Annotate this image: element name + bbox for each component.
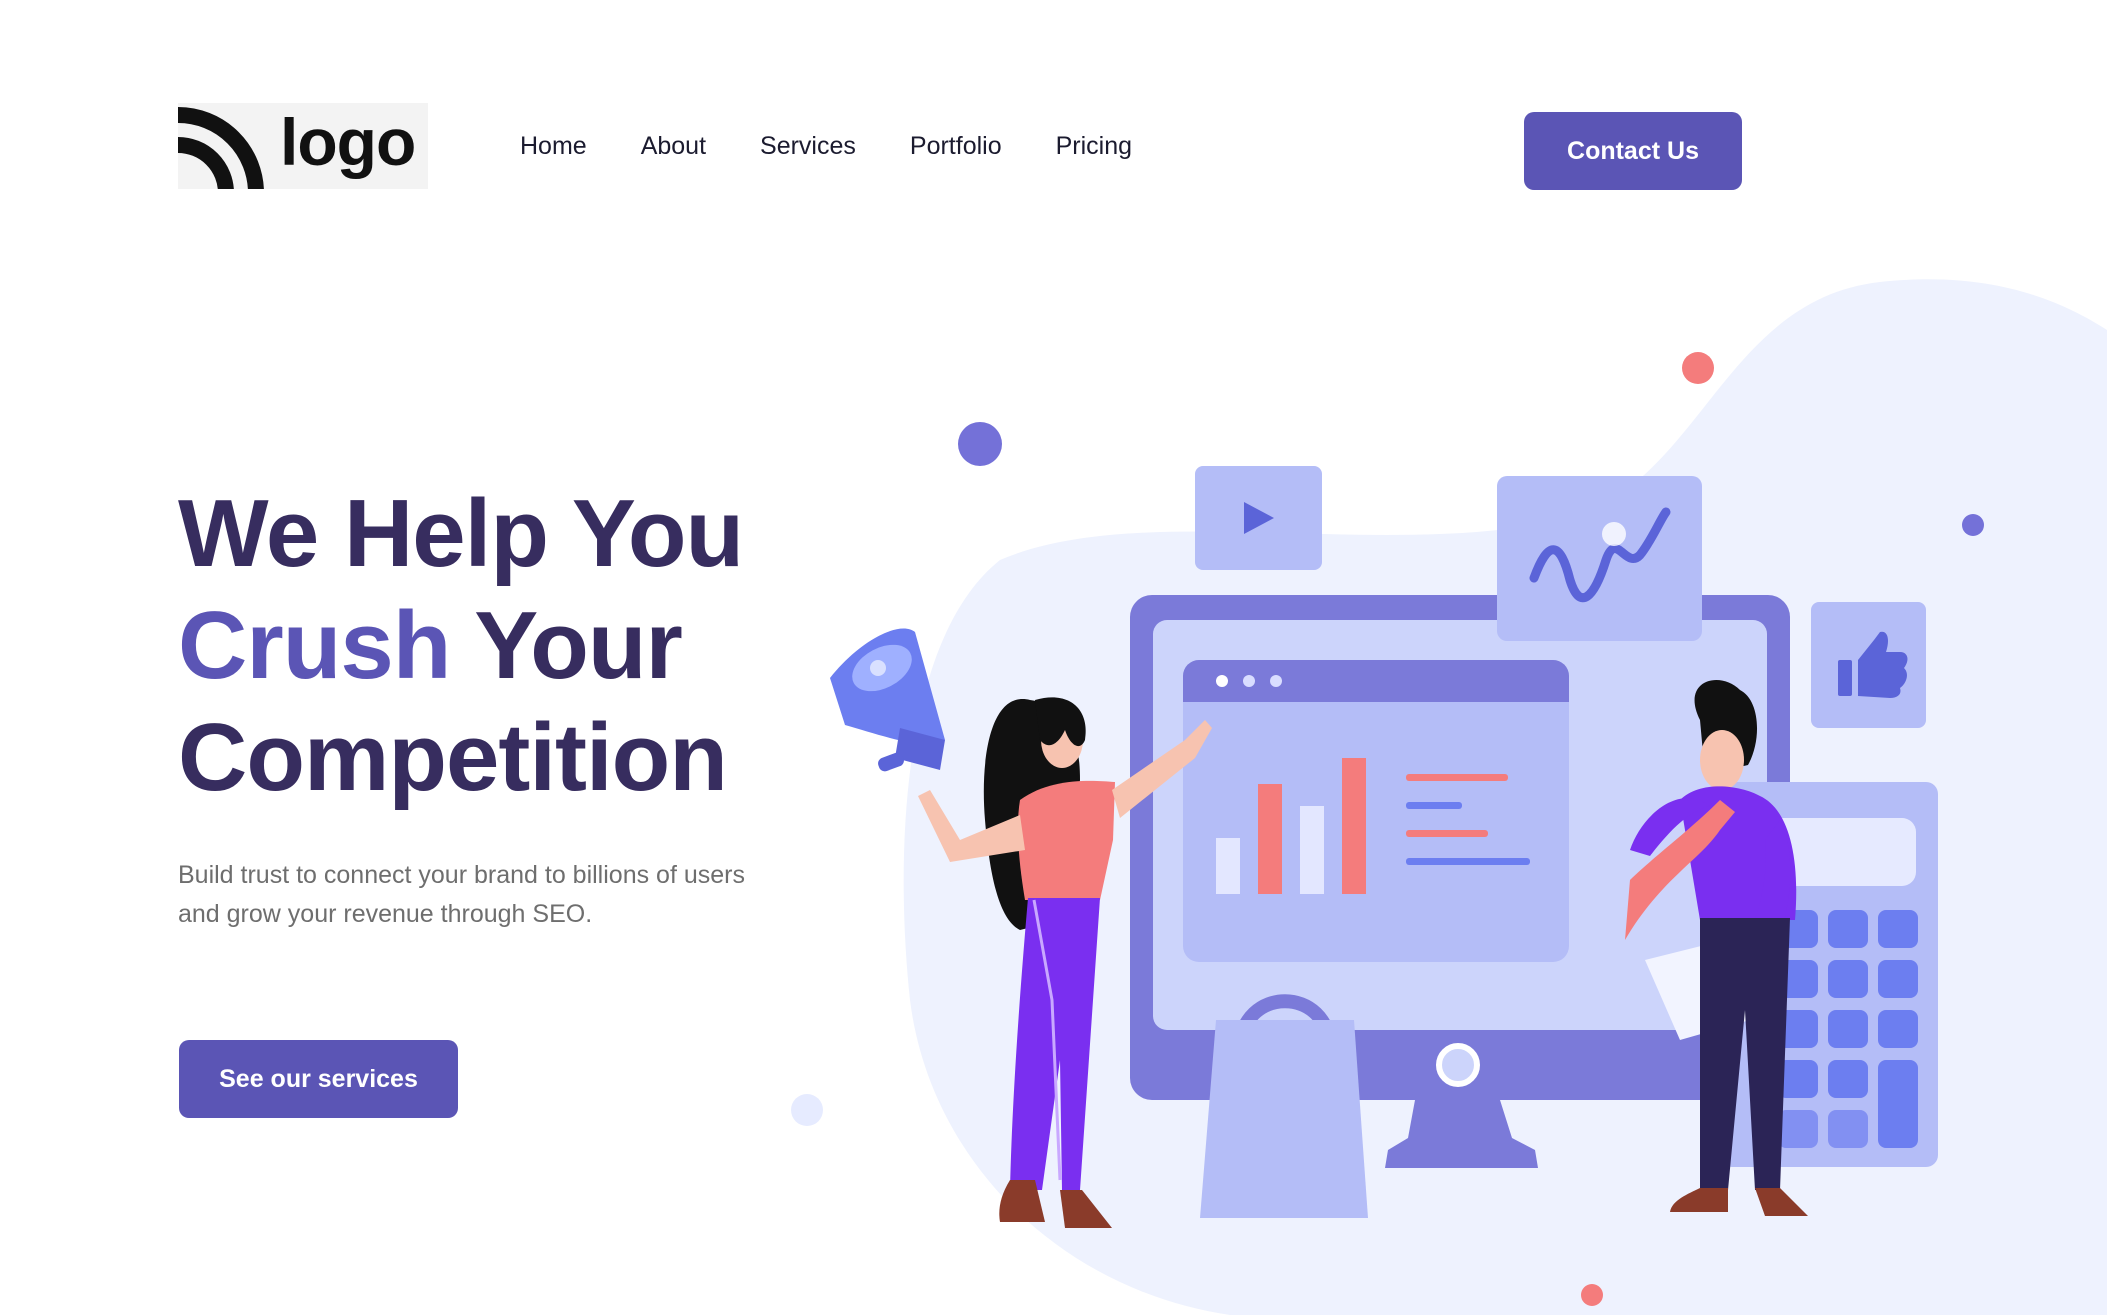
browser-window — [1183, 660, 1569, 962]
nav-item-home[interactable]: Home — [520, 132, 587, 161]
headline-line-2-rest: Your — [450, 592, 683, 699]
dot-coral — [1682, 352, 1714, 384]
headline-line-1: We Help You — [178, 480, 744, 587]
nav-item-about[interactable]: About — [641, 132, 706, 161]
contact-us-button[interactable]: Contact Us — [1524, 112, 1742, 190]
browser-titlebar — [1183, 660, 1569, 702]
monitor-screen — [1153, 620, 1767, 1030]
logo-text: logo — [280, 105, 416, 179]
nav-item-services[interactable]: Services — [760, 132, 856, 161]
background-blob — [903, 279, 2107, 1315]
hero-subtitle: Build trust to connect your brand to bil… — [178, 861, 745, 928]
dot-coral-bottom — [1581, 1284, 1603, 1306]
shopping-bag-icon — [1200, 994, 1368, 1218]
dot-purple — [958, 422, 1002, 466]
wave-chart-icon — [1497, 476, 1702, 641]
play-icon — [1195, 466, 1322, 570]
monitor-stand — [1385, 1100, 1538, 1168]
headline-highlight: Crush — [178, 592, 451, 699]
bar-chart-icon — [1216, 758, 1530, 894]
hero-headline: We Help You Crush Your Competition — [178, 478, 744, 814]
nav-item-portfolio[interactable]: Portfolio — [910, 132, 1002, 161]
man-figure — [1625, 680, 1808, 1216]
woman-figure — [918, 697, 1212, 1228]
dot-pale — [791, 1094, 823, 1126]
thumbs-up-icon — [1811, 602, 1926, 728]
calculator-icon — [1720, 782, 1938, 1167]
headline-line-3: Competition — [178, 704, 728, 811]
see-our-services-button[interactable]: See our services — [179, 1040, 458, 1118]
logo-mark-icon — [178, 103, 268, 189]
megaphone-icon — [830, 628, 945, 772]
dot-purple-small — [1962, 514, 1984, 536]
main-nav: Home About Services Portfolio Pricing — [520, 132, 1132, 161]
logo[interactable]: logo — [178, 103, 428, 189]
nav-item-pricing[interactable]: Pricing — [1056, 132, 1132, 161]
monitor-button — [1436, 1043, 1480, 1087]
monitor-frame — [1130, 595, 1790, 1100]
